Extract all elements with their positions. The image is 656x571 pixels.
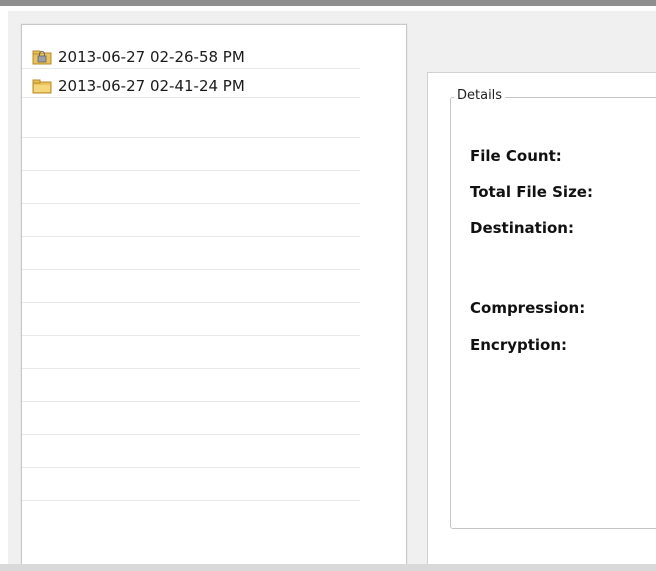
empty-row: [22, 106, 360, 138]
empty-row: [22, 370, 360, 402]
list-item[interactable]: 2013-06-27 02-26-58 PM: [22, 45, 360, 69]
compression-label: Compression:: [470, 299, 586, 317]
details-group-title: Details: [454, 88, 506, 103]
locked-folder-icon: [32, 49, 52, 65]
folder-icon: [32, 78, 52, 94]
empty-row: [22, 172, 360, 204]
top-spacer: [0, 6, 656, 11]
list-item-label: 2013-06-27 02-41-24 PM: [58, 76, 245, 95]
list-item[interactable]: 2013-06-27 02-41-24 PM: [22, 74, 360, 98]
destination-label: Destination:: [470, 219, 574, 237]
empty-row: [22, 205, 360, 237]
list-item-label: 2013-06-27 02-26-58 PM: [58, 47, 245, 66]
empty-row: [22, 139, 360, 171]
bottom-border: [0, 564, 656, 571]
backup-window: 2013-06-27 02-26-58 PM 2013-06-27 02-41-…: [0, 0, 656, 571]
empty-row: [22, 238, 360, 270]
empty-row: [22, 403, 360, 435]
left-gutter: [0, 11, 8, 571]
empty-row: [22, 469, 360, 501]
total-file-size-label: Total File Size:: [470, 183, 593, 201]
empty-row: [22, 271, 360, 303]
empty-row: [22, 337, 360, 369]
file-count-label: File Count:: [470, 147, 562, 165]
empty-row: [22, 436, 360, 468]
empty-row: [22, 304, 360, 336]
encryption-label: Encryption:: [470, 336, 568, 354]
